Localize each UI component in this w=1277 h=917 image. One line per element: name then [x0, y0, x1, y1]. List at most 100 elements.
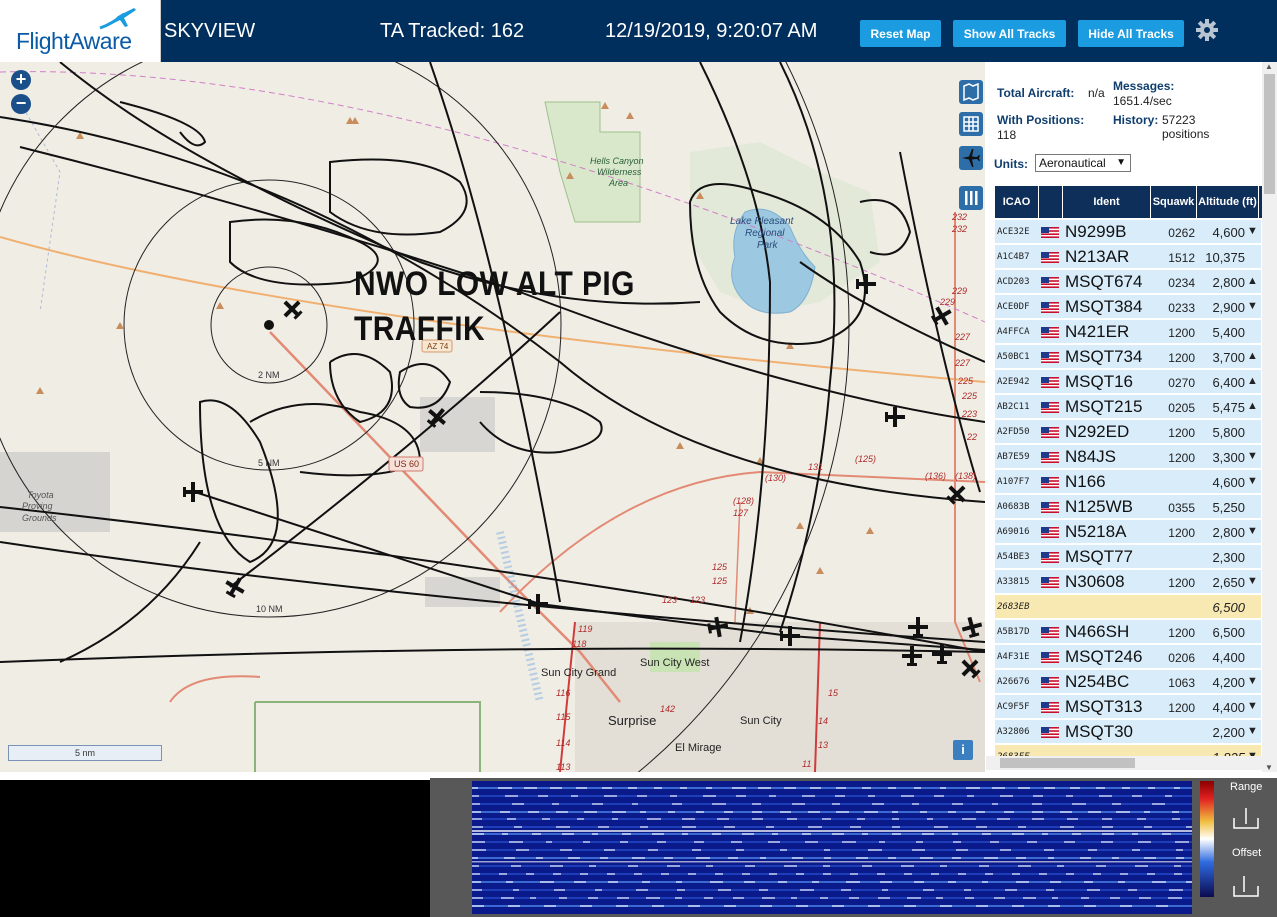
table-row[interactable]: A32806 MSQT30 2,200 ▼	[995, 720, 1261, 744]
ident-cell: N213AR	[1065, 247, 1130, 266]
table-row[interactable]: A4FFCA N421ER 1200 5,400	[995, 320, 1261, 344]
total-aircraft-value: n/a	[1088, 86, 1105, 100]
squawk-cell: 1200	[1168, 626, 1195, 640]
altitude-cell: 3,700	[1212, 350, 1245, 365]
svg-text:Sun City: Sun City	[740, 715, 782, 727]
hide-all-tracks-button[interactable]: Hide All Tracks	[1078, 20, 1184, 47]
table-row[interactable]: A26676 N254BC 1063 4,200 ▼	[995, 670, 1261, 694]
table-row[interactable]: A4F31E MSQT246 0206 4,400	[995, 645, 1261, 669]
table-row[interactable]: A5B17D N466SH 1200 6,500	[995, 620, 1261, 644]
datetime: 12/19/2019, 9:20:07 AM	[605, 20, 818, 42]
zoom-out-button[interactable]: −	[11, 94, 31, 114]
svg-text:Regional: Regional	[745, 228, 785, 239]
reset-map-button[interactable]: Reset Map	[860, 20, 941, 47]
map-layers-icon[interactable]	[959, 80, 983, 104]
table-row[interactable]: AB2C11 MSQT215 0205 5,475 ▲	[995, 395, 1261, 419]
svg-text:123: 123	[690, 595, 705, 605]
table-row[interactable]: AC9F5F MSQT313 1200 4,400 ▼	[995, 695, 1261, 719]
squawk-cell: 0355	[1168, 501, 1195, 515]
panel-hscrollbar[interactable]	[986, 756, 1262, 770]
svg-text:232: 232	[951, 212, 967, 222]
svg-text:125: 125	[712, 576, 728, 586]
table-row[interactable]: A54BE3 MSQT77 2,300	[995, 545, 1261, 569]
icao-cell: A1C4B7	[997, 252, 1030, 262]
icao-cell: A5B17D	[997, 627, 1030, 637]
altitude-cell: 2,300	[1212, 550, 1245, 565]
panel-scrollbar[interactable]: ▲ ▼	[1262, 62, 1277, 772]
col-altitude[interactable]: Altitude (ft)	[1197, 186, 1259, 218]
us-flag-icon	[1041, 227, 1059, 238]
table-row[interactable]: ACE0DF MSQT384 0233 2,900 ▼	[995, 295, 1261, 319]
gear-icon[interactable]	[1195, 18, 1219, 42]
icao-cell: AB2C11	[997, 402, 1030, 412]
squawk-cell: 0206	[1168, 651, 1195, 665]
info-button[interactable]: i	[953, 740, 973, 760]
col-flag[interactable]	[1039, 186, 1063, 218]
ident-cell: MSQT734	[1065, 347, 1143, 366]
top-bar: FlightAware SKYVIEW TA Tracked: 162 12/1…	[0, 0, 1277, 62]
squawk-cell: 0234	[1168, 276, 1195, 290]
svg-text:119: 119	[578, 624, 592, 634]
columns-icon[interactable]	[959, 186, 983, 210]
svg-text:127: 127	[733, 508, 749, 518]
ident-cell: MSQT674	[1065, 272, 1143, 291]
col-squawk[interactable]: Squawk	[1151, 186, 1197, 218]
table-row[interactable]: A1C4B7 N213AR 1512 10,375	[995, 245, 1261, 269]
overlay-title-line2: TRAFFIK	[354, 310, 486, 348]
svg-text:Sun City Grand: Sun City Grand	[541, 667, 616, 679]
table-row[interactable]: A2FD50 N292ED 1200 5,800	[995, 420, 1261, 444]
altitude-trend-icon: ▼	[1247, 675, 1258, 687]
svg-text:11: 11	[802, 759, 811, 769]
altitude-trend-icon: ▼	[1247, 450, 1258, 462]
offset-knob-icon[interactable]	[1232, 874, 1260, 898]
svg-text:114: 114	[556, 738, 570, 748]
table-row[interactable]: ACE32E N9299B 0262 4,600 ▼	[995, 220, 1261, 244]
aircraft-table: ACE32E N9299B 0262 4,600 ▼ A1C4B7 N213AR 1512 10…	[995, 220, 1261, 757]
svg-text:229: 229	[951, 286, 967, 296]
zoom-in-button[interactable]: +	[11, 70, 31, 90]
range-knob-icon[interactable]	[1232, 806, 1260, 830]
hscrollbar-thumb[interactable]	[1000, 758, 1135, 768]
table-row[interactable]: A69016 N5218A 1200 2,800 ▼	[995, 520, 1261, 544]
us-flag-icon	[1041, 677, 1059, 688]
altitude-cell: 5,250	[1212, 500, 1245, 515]
table-row[interactable]: A33815 N30608 1200 2,650 ▼	[995, 570, 1261, 594]
map-view[interactable]: 232 232 229 229 227 227 225 225 223 22 (130) 131…	[0, 62, 985, 772]
svg-text:13: 13	[818, 740, 828, 750]
svg-text:Sun City West: Sun City West	[640, 657, 710, 669]
svg-text:Lake Pleasant: Lake Pleasant	[730, 216, 795, 227]
col-ident[interactable]: Ident	[1063, 186, 1151, 218]
scrollbar-thumb[interactable]	[1264, 74, 1275, 194]
us-flag-icon	[1041, 327, 1059, 338]
svg-text:223: 223	[961, 409, 977, 419]
altitude-trend-icon: ▼	[1247, 575, 1258, 587]
table-header: ICAO Ident Squawk Altitude (ft)	[995, 186, 1263, 218]
us-flag-icon	[1041, 452, 1059, 463]
ident-cell: MSQT384	[1065, 297, 1143, 316]
table-row[interactable]: A2E942 MSQT16 0270 6,400 ▲	[995, 370, 1261, 394]
overlay-title-line1: NWO LOW ALT PIG	[354, 265, 635, 303]
svg-text:115: 115	[556, 712, 571, 722]
table-row[interactable]: AB7E59 N84JS 1200 3,300 ▼	[995, 445, 1261, 469]
grid-icon[interactable]	[959, 112, 983, 136]
altitude-trend-icon: ▼	[1247, 475, 1258, 487]
altitude-cell: 2,650	[1212, 575, 1245, 590]
table-row[interactable]: A107F7 N166 4,600 ▼	[995, 470, 1261, 494]
ident-cell: N292ED	[1065, 422, 1130, 441]
table-row[interactable]: 2683EB 6,500	[995, 595, 1261, 619]
squawk-cell: 1063	[1168, 676, 1195, 690]
table-row[interactable]: ACD203 MSQT674 0234 2,800 ▲	[995, 270, 1261, 294]
altitude-trend-icon: ▲	[1247, 350, 1258, 362]
svg-text:15: 15	[828, 688, 839, 698]
units-select[interactable]: Aeronautical ▼	[1035, 154, 1131, 172]
col-icao[interactable]: ICAO	[995, 186, 1039, 218]
plane-filter-icon[interactable]	[959, 146, 983, 170]
flightaware-logo[interactable]: FlightAware	[0, 0, 161, 62]
squawk-cell: 1200	[1168, 351, 1195, 365]
squawk-cell: 1512	[1168, 251, 1195, 265]
us-flag-icon	[1041, 377, 1059, 388]
svg-text:125: 125	[712, 562, 728, 572]
table-row[interactable]: A0683B N125WB 0355 5,250	[995, 495, 1261, 519]
show-all-tracks-button[interactable]: Show All Tracks	[953, 20, 1066, 47]
table-row[interactable]: A50BC1 MSQT734 1200 3,700 ▲	[995, 345, 1261, 369]
